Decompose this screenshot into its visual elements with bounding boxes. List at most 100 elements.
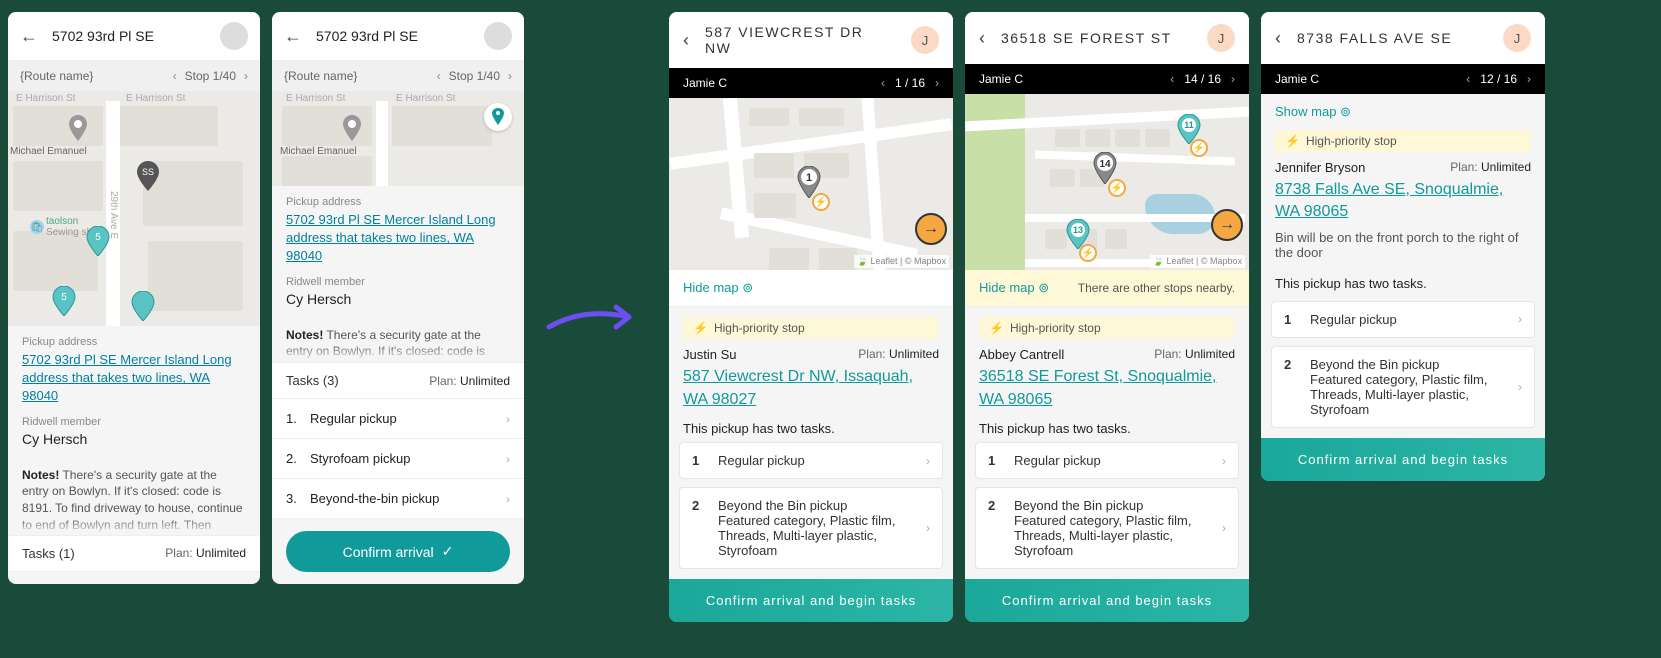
- next-stop-icon[interactable]: ›: [508, 69, 512, 83]
- next-direction-button[interactable]: →: [915, 213, 947, 245]
- task-card[interactable]: 2 Beyond the Bin pickup Featured categor…: [1271, 346, 1535, 428]
- task-row[interactable]: 3. Beyond-the-bin pickup ›: [272, 479, 524, 519]
- svg-text:13: 13: [1073, 225, 1083, 235]
- task-row[interactable]: 2. Styrofoam pickup ›: [272, 439, 524, 479]
- zap-icon: ⚡: [989, 321, 1004, 335]
- show-map-button[interactable]: Show map ⊚: [1275, 104, 1351, 120]
- chevron-right-icon: ›: [1518, 380, 1522, 394]
- task-intro: This pickup has two tasks.: [669, 415, 953, 442]
- route-bar: {Route name} ‹ Stop 1/40 ›: [272, 61, 524, 91]
- address-link[interactable]: 8738 Falls Ave SE, Snoqualmie, WA 98065: [1275, 179, 1531, 224]
- header: ‹ 587 VIEWCREST DR NW J: [669, 12, 953, 68]
- route-name: {Route name}: [20, 69, 173, 83]
- plan-label: Plan: Unlimited: [165, 546, 246, 560]
- pickup-address-link[interactable]: 5702 93rd Pl SE Mercer Island Long addre…: [286, 211, 510, 266]
- back-icon[interactable]: ←: [284, 26, 302, 47]
- confirm-arrival-button[interactable]: Confirm arrival and begin tasks: [965, 579, 1249, 622]
- map[interactable]: 14 ⚡ 11 ⚡ 13 ⚡ → 🍃 Leaflet | © Mapbox: [965, 94, 1249, 270]
- new-screen-3: ‹ 8738 FALLS AVE SE J Jamie C ‹ 12 / 16 …: [1261, 12, 1545, 481]
- map-toggle-bar: Hide map ⊚: [669, 270, 953, 307]
- pickup-address-link[interactable]: 5702 93rd Pl SE Mercer Island Long addre…: [22, 351, 246, 406]
- poi-label: Michael Emanuel: [10, 146, 87, 157]
- task-card[interactable]: 2 Beyond the Bin pickup Featured categor…: [975, 487, 1239, 569]
- location-icon[interactable]: [484, 103, 512, 131]
- header: ‹ 36518 SE FOREST ST J: [965, 12, 1249, 64]
- driver-bar: Jamie C ‹ 1 / 16 ›: [669, 68, 953, 98]
- next-stop-icon[interactable]: ›: [935, 76, 939, 90]
- priority-badge: ⚡High-priority stop: [1275, 130, 1531, 152]
- avatar[interactable]: [484, 22, 512, 50]
- map[interactable]: 1 ⚡ → 🍃 Leaflet | © Mapbox: [669, 98, 953, 270]
- back-icon[interactable]: ‹: [1275, 28, 1281, 49]
- back-icon[interactable]: ‹: [979, 28, 985, 49]
- tasks-label: Tasks (1): [22, 546, 165, 561]
- confirm-arrival-button[interactable]: Confirm arrival and begin tasks: [1261, 438, 1545, 481]
- address-link[interactable]: 587 Viewcrest Dr NW, Issaquah, WA 98027: [683, 366, 939, 411]
- confirm-arrival-button[interactable]: Confirm arrival ✓: [286, 531, 510, 572]
- pin-icon: ⊚: [1340, 104, 1351, 119]
- task-card[interactable]: 2 Beyond the Bin pickup Featured categor…: [679, 487, 943, 569]
- confirm-arrival-button[interactable]: Confirm arrival and begin tasks: [669, 579, 953, 622]
- svg-text:1: 1: [806, 172, 812, 184]
- avatar[interactable]: J: [911, 26, 939, 54]
- chevron-right-icon: ›: [926, 454, 930, 468]
- delivery-note: Bin will be on the front porch to the ri…: [1261, 228, 1545, 270]
- avatar[interactable]: [220, 22, 248, 50]
- header: ‹ 8738 FALLS AVE SE J: [1261, 12, 1545, 64]
- hide-map-button[interactable]: Hide map ⊚: [979, 280, 1049, 296]
- member-name: Justin Su: [683, 347, 858, 362]
- map[interactable]: E Harrison St E Harrison St Michael Eman…: [272, 91, 524, 186]
- task-row[interactable]: 1. Regular pickup ›: [272, 399, 524, 439]
- pickup-address-label: Pickup address: [286, 196, 510, 208]
- prev-stop-icon[interactable]: ‹: [881, 76, 885, 90]
- map[interactable]: E Harrison St E Harrison St 29th Ave E M…: [8, 91, 260, 326]
- priority-marker-icon: ⚡: [1190, 139, 1208, 157]
- map-pin-icon: [68, 115, 88, 141]
- plan-label: Plan: Unlimited: [1450, 160, 1531, 175]
- tasks-label: Tasks (3): [286, 373, 429, 388]
- header: ← 5702 93rd Pl SE: [272, 12, 524, 61]
- member-label: Ridwell member: [22, 416, 246, 428]
- svg-text:SS: SS: [142, 167, 154, 177]
- task-card[interactable]: 1 Regular pickup ›: [975, 442, 1239, 479]
- svg-text:5: 5: [95, 232, 101, 243]
- hide-map-button[interactable]: Hide map ⊚: [683, 280, 753, 296]
- chevron-right-icon: ›: [926, 521, 930, 535]
- map-pin-icon: 5: [86, 226, 110, 256]
- avatar[interactable]: J: [1207, 24, 1235, 52]
- next-stop-icon[interactable]: ›: [1231, 72, 1235, 86]
- back-icon[interactable]: ←: [20, 26, 38, 47]
- task-card[interactable]: 1 Regular pickup ›: [679, 442, 943, 479]
- stop-counter: 12 / 16: [1480, 72, 1517, 86]
- back-icon[interactable]: ‹: [683, 30, 689, 51]
- route-name: {Route name}: [284, 69, 437, 83]
- street-label: E Harrison St: [286, 93, 345, 104]
- stop-counter-text: Stop 1/40: [185, 69, 236, 83]
- plan-label: Plan: Unlimited: [429, 374, 510, 388]
- pin-icon: ⊚: [1038, 280, 1049, 295]
- zap-icon: ⚡: [1285, 134, 1300, 148]
- poi-label: Michael Emanuel: [280, 146, 357, 157]
- next-stop-icon[interactable]: ›: [244, 69, 248, 83]
- prev-stop-icon[interactable]: ‹: [1170, 72, 1174, 86]
- prev-stop-icon[interactable]: ‹: [437, 69, 441, 83]
- priority-marker-icon: ⚡: [1079, 244, 1097, 262]
- header-title: 5702 93rd Pl SE: [52, 28, 206, 44]
- task-card[interactable]: 1 Regular pickup ›: [1271, 301, 1535, 338]
- prev-stop-icon[interactable]: ‹: [173, 69, 177, 83]
- driver-bar: Jamie C ‹ 12 / 16 ›: [1261, 64, 1545, 94]
- next-direction-button[interactable]: →: [1211, 209, 1243, 241]
- plan-label: Plan: Unlimited: [1154, 347, 1235, 362]
- prev-stop-icon[interactable]: ‹: [1466, 72, 1470, 86]
- avatar[interactable]: J: [1503, 24, 1531, 52]
- priority-marker-icon: ⚡: [812, 193, 830, 211]
- next-stop-icon[interactable]: ›: [1527, 72, 1531, 86]
- map-attribution: 🍃 Leaflet | © Mapbox: [1150, 255, 1245, 268]
- old-screen-tasks: ← 5702 93rd Pl SE {Route name} ‹ Stop 1/…: [272, 12, 524, 584]
- address-link[interactable]: 36518 SE Forest St, Snoqualmie, WA 98065: [979, 366, 1235, 411]
- old-screen-map: ← 5702 93rd Pl SE {Route name} ‹ Stop 1/…: [8, 12, 260, 584]
- svg-text:14: 14: [1099, 159, 1111, 170]
- street-label: E Harrison St: [126, 93, 185, 104]
- map-pin-icon: [342, 115, 362, 141]
- street-label: E Harrison St: [396, 93, 455, 104]
